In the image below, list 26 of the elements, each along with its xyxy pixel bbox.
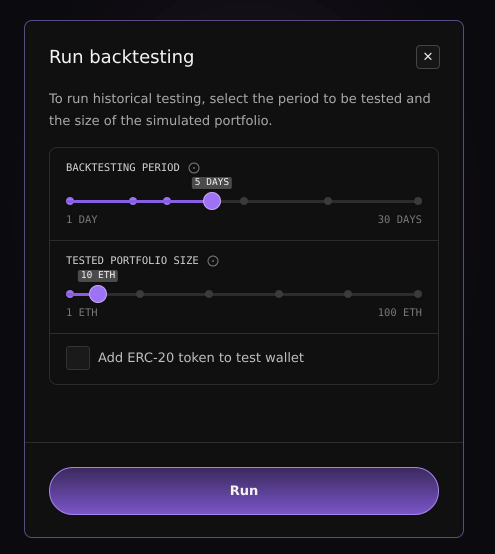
max-label: 100 ETH xyxy=(378,307,422,319)
info-icon[interactable] xyxy=(188,162,200,174)
dialog-description: To run historical testing, select the period to be tested and the size of the simulated portfolio. xyxy=(49,91,432,131)
checkbox-label: Add ERC-20 token to test wallet xyxy=(98,350,304,366)
step-dot[interactable] xyxy=(205,290,214,298)
step-dot[interactable] xyxy=(324,197,332,205)
slider-label: BACKTESTING PERIOD xyxy=(66,162,180,174)
step-dot[interactable] xyxy=(414,197,422,205)
min-label: 1 DAY xyxy=(66,214,98,226)
value-tooltip: 5 DAYS xyxy=(192,177,232,189)
min-label: 1 ETH xyxy=(66,307,98,319)
slider-label: TESTED PORTFOLIO SIZE xyxy=(66,255,199,267)
value-tooltip: 10 ETH xyxy=(78,270,118,282)
run-button[interactable]: Run xyxy=(49,467,439,515)
step-dot[interactable] xyxy=(344,290,352,298)
step-dot[interactable] xyxy=(274,290,283,298)
step-dot[interactable] xyxy=(136,290,144,298)
info-icon[interactable] xyxy=(206,255,219,267)
checkbox[interactable] xyxy=(66,346,90,370)
step-dot[interactable] xyxy=(414,290,422,298)
slider-thumb[interactable] xyxy=(89,285,108,303)
step-dot[interactable] xyxy=(240,197,248,205)
slider-thumb[interactable] xyxy=(202,192,221,210)
close-button[interactable]: × xyxy=(416,45,440,69)
max-label: 30 DAYS xyxy=(378,214,422,226)
dialog-title: Run backtesting xyxy=(49,46,194,68)
